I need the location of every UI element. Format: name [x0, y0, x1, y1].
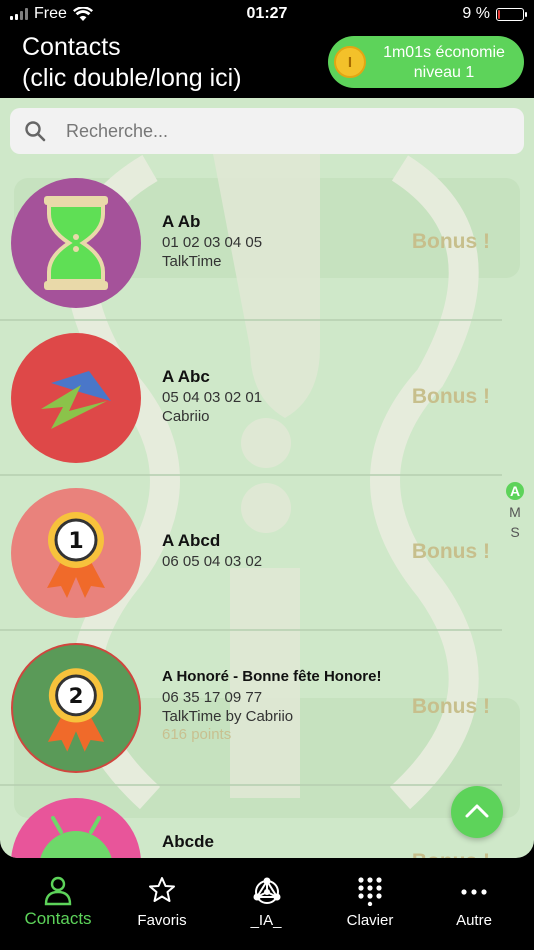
contact-name: A Abc: [162, 367, 210, 386]
hourglass-icon: [11, 178, 141, 308]
alpha-index-m[interactable]: M: [505, 502, 525, 522]
coin-icon: I: [334, 46, 366, 78]
bonus-label[interactable]: Bonus !: [412, 540, 490, 564]
nav-label: _IA_: [250, 912, 282, 929]
battery-icon: [496, 7, 527, 21]
contact-row[interactable]: A Ab 01 02 03 04 05 TalkTime Bonus !: [0, 166, 502, 321]
status-time: 01:27: [246, 5, 288, 22]
contact-row[interactable]: 2 A Honoré - Bonne fête Honore! 06 35 17…: [0, 631, 502, 786]
economy-level-badge[interactable]: I 1m01s économie niveau 1: [328, 36, 524, 88]
cabriio-logo-icon: [11, 333, 141, 463]
medal-2-icon: 2: [11, 643, 141, 773]
more-dots-icon: [461, 889, 487, 895]
contacts-list[interactable]: A Ab 01 02 03 04 05 TalkTime Bonus ! A A…: [0, 98, 534, 858]
header: Contacts (clic double/long ici) I 1m01s …: [0, 28, 534, 98]
economy-text: 1m01s économie niveau 1: [372, 43, 516, 83]
bonus-label[interactable]: Bonus !: [412, 230, 490, 254]
nav-favoris[interactable]: Favoris: [112, 866, 212, 942]
contact-row[interactable]: 1 A Abcd 06 05 04 03 02 Bonus !: [0, 476, 502, 631]
battery-percent: 9 %: [462, 5, 490, 22]
status-right: 9 %: [462, 5, 527, 23]
nav-clavier[interactable]: Clavier: [320, 866, 420, 942]
contact-row[interactable]: A Abc 05 04 03 02 01 Cabriio Bonus !: [0, 321, 502, 476]
star-icon: [149, 877, 175, 902]
bonus-label[interactable]: Bonus !: [412, 850, 490, 858]
contact-name: A Ab: [162, 212, 201, 231]
economy-time: 1m01s économie: [383, 44, 505, 61]
status-bar: Free 01:27 9 %: [0, 0, 534, 28]
android-icon: [11, 798, 141, 858]
nav-label: Autre: [456, 912, 492, 929]
nav-label: Contacts: [24, 909, 92, 928]
contact-name: Abcde: [162, 832, 214, 851]
ai-network-icon: [253, 877, 281, 904]
search-icon: [25, 121, 46, 142]
chevron-up-icon: [465, 804, 489, 818]
contact-phone: 05 04 03 02 01: [162, 389, 263, 406]
bottom-nav: Contacts Favoris _IA_ Clavier Autre: [6, 866, 528, 942]
alpha-index-s[interactable]: S: [505, 522, 525, 542]
contact-points: 616 points: [162, 726, 232, 743]
contact-name: A Abcd: [162, 531, 221, 550]
alphabet-index[interactable]: A M S: [505, 482, 525, 542]
svg-text:2: 2: [69, 684, 84, 709]
contact-phone: 06 05 04 03 02: [162, 553, 263, 570]
keypad-icon: [358, 877, 382, 906]
bonus-label[interactable]: Bonus !: [412, 695, 490, 719]
person-icon: [44, 876, 72, 906]
contact-app: TalkTime: [162, 253, 222, 270]
search-input[interactable]: [66, 108, 506, 154]
contact-name: A Honoré - Bonne fête Honore!: [162, 668, 382, 685]
contact-phone: 06 35 17 09 77: [162, 689, 263, 706]
nav-autre[interactable]: Autre: [424, 866, 524, 942]
battery-level: [498, 9, 500, 19]
nav-label: Favoris: [137, 912, 187, 929]
contact-phone: 01 02 03 04 05: [162, 234, 263, 251]
svg-text:1: 1: [68, 529, 83, 554]
page-title[interactable]: Contacts (clic double/long ici): [22, 32, 242, 94]
economy-level: niveau 1: [413, 64, 475, 81]
alpha-index-a[interactable]: A: [506, 482, 524, 500]
search-bar: [10, 108, 524, 154]
scroll-to-top-button[interactable]: [451, 786, 503, 838]
nav-label: Clavier: [346, 912, 394, 929]
bonus-label[interactable]: Bonus !: [412, 385, 490, 409]
contact-row[interactable]: Abcde Bonus !: [0, 786, 502, 858]
nav-ia[interactable]: _IA_: [216, 866, 316, 942]
contact-app: TalkTime by Cabriio: [162, 708, 294, 725]
contact-app: Cabriio: [162, 408, 210, 425]
nav-contacts[interactable]: Contacts: [8, 866, 108, 942]
medal-1-icon: 1: [11, 488, 141, 618]
